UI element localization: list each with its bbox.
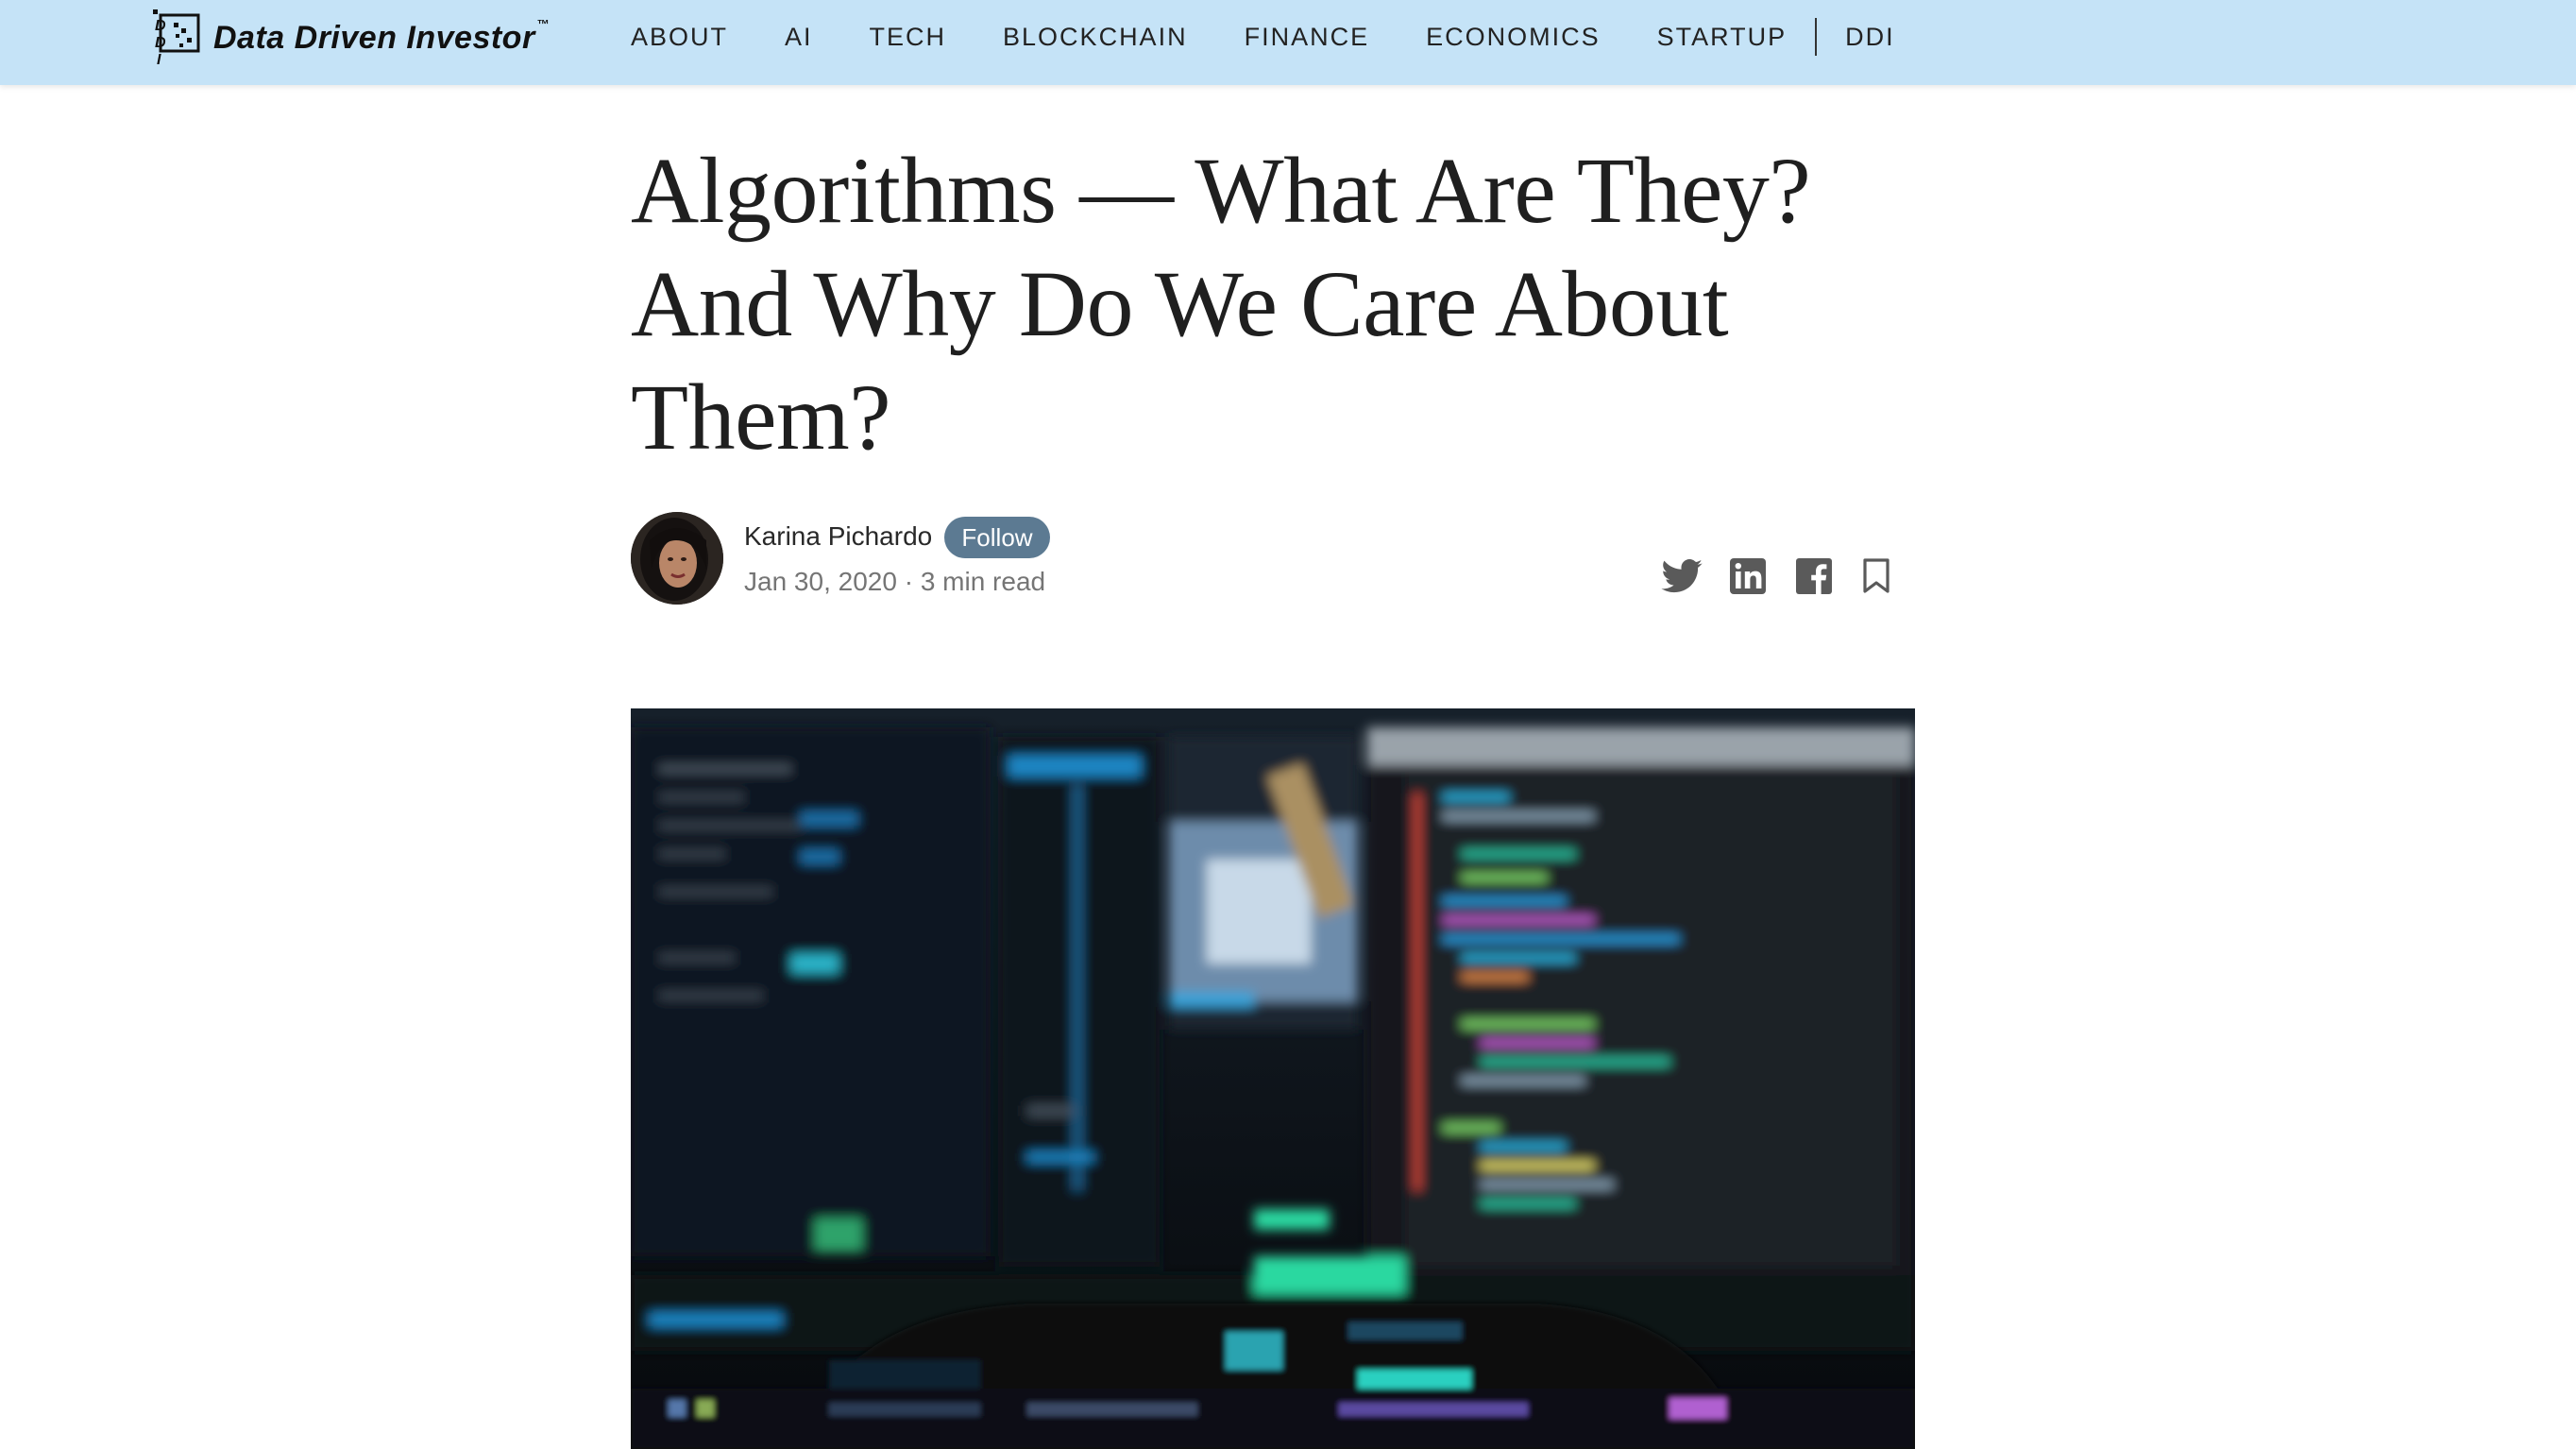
svg-text:I: I xyxy=(157,52,161,68)
nav-item-economics[interactable]: ECONOMICS xyxy=(1426,23,1601,52)
nav-item-ai[interactable]: AI xyxy=(785,23,813,52)
brand-trademark: ™ xyxy=(536,16,550,31)
read-time: 3 min read xyxy=(920,567,1046,596)
follow-button[interactable]: Follow xyxy=(944,517,1050,558)
ddi-logo-icon: D D I xyxy=(153,9,200,68)
top-navigation-bar: D D I Data Driven Investor ™ ABOUT AI TEC… xyxy=(0,0,2576,85)
publish-date: Jan 30, 2020 xyxy=(744,567,897,596)
svg-text:D: D xyxy=(155,35,166,51)
nav-item-about[interactable]: ABOUT xyxy=(631,23,728,52)
brand-logo[interactable]: D D I Data Driven Investor ™ xyxy=(151,6,550,68)
nav-item-tech[interactable]: TECH xyxy=(870,23,947,52)
title-line: Algorithms — What Are They? xyxy=(631,138,1811,243)
hero-image-graphic xyxy=(631,708,1915,1449)
bookmark-icon[interactable] xyxy=(1860,555,1892,597)
brand-name: Data Driven Investor xyxy=(213,19,535,56)
author-avatar[interactable] xyxy=(631,512,723,605)
main-nav: ABOUT AI TECH BLOCKCHAIN FINANCE ECONOMI… xyxy=(631,0,1895,74)
title-line: Them? xyxy=(631,365,891,469)
nav-item-finance[interactable]: FINANCE xyxy=(1245,23,1370,52)
meta-separator: · xyxy=(904,567,914,596)
hero-image xyxy=(631,708,1915,1449)
article-meta: Jan 30, 2020 · 3 min read xyxy=(744,567,1045,597)
nav-item-blockchain[interactable]: BLOCKCHAIN xyxy=(1003,23,1188,52)
twitter-icon[interactable] xyxy=(1660,555,1703,597)
svg-text:D: D xyxy=(155,18,166,34)
nav-divider xyxy=(1815,18,1818,56)
author-name[interactable]: Karina Pichardo xyxy=(744,521,932,552)
facebook-icon[interactable] xyxy=(1794,555,1834,597)
avatar-image xyxy=(631,512,723,605)
nav-item-startup[interactable]: STARTUP xyxy=(1657,23,1788,52)
linkedin-icon[interactable] xyxy=(1728,555,1768,597)
nav-item-ddi[interactable]: DDI xyxy=(1845,23,1895,52)
title-line: And Why Do We Care About xyxy=(631,251,1729,356)
article-title: Algorithms — What Are They? And Why Do W… xyxy=(631,134,1934,474)
